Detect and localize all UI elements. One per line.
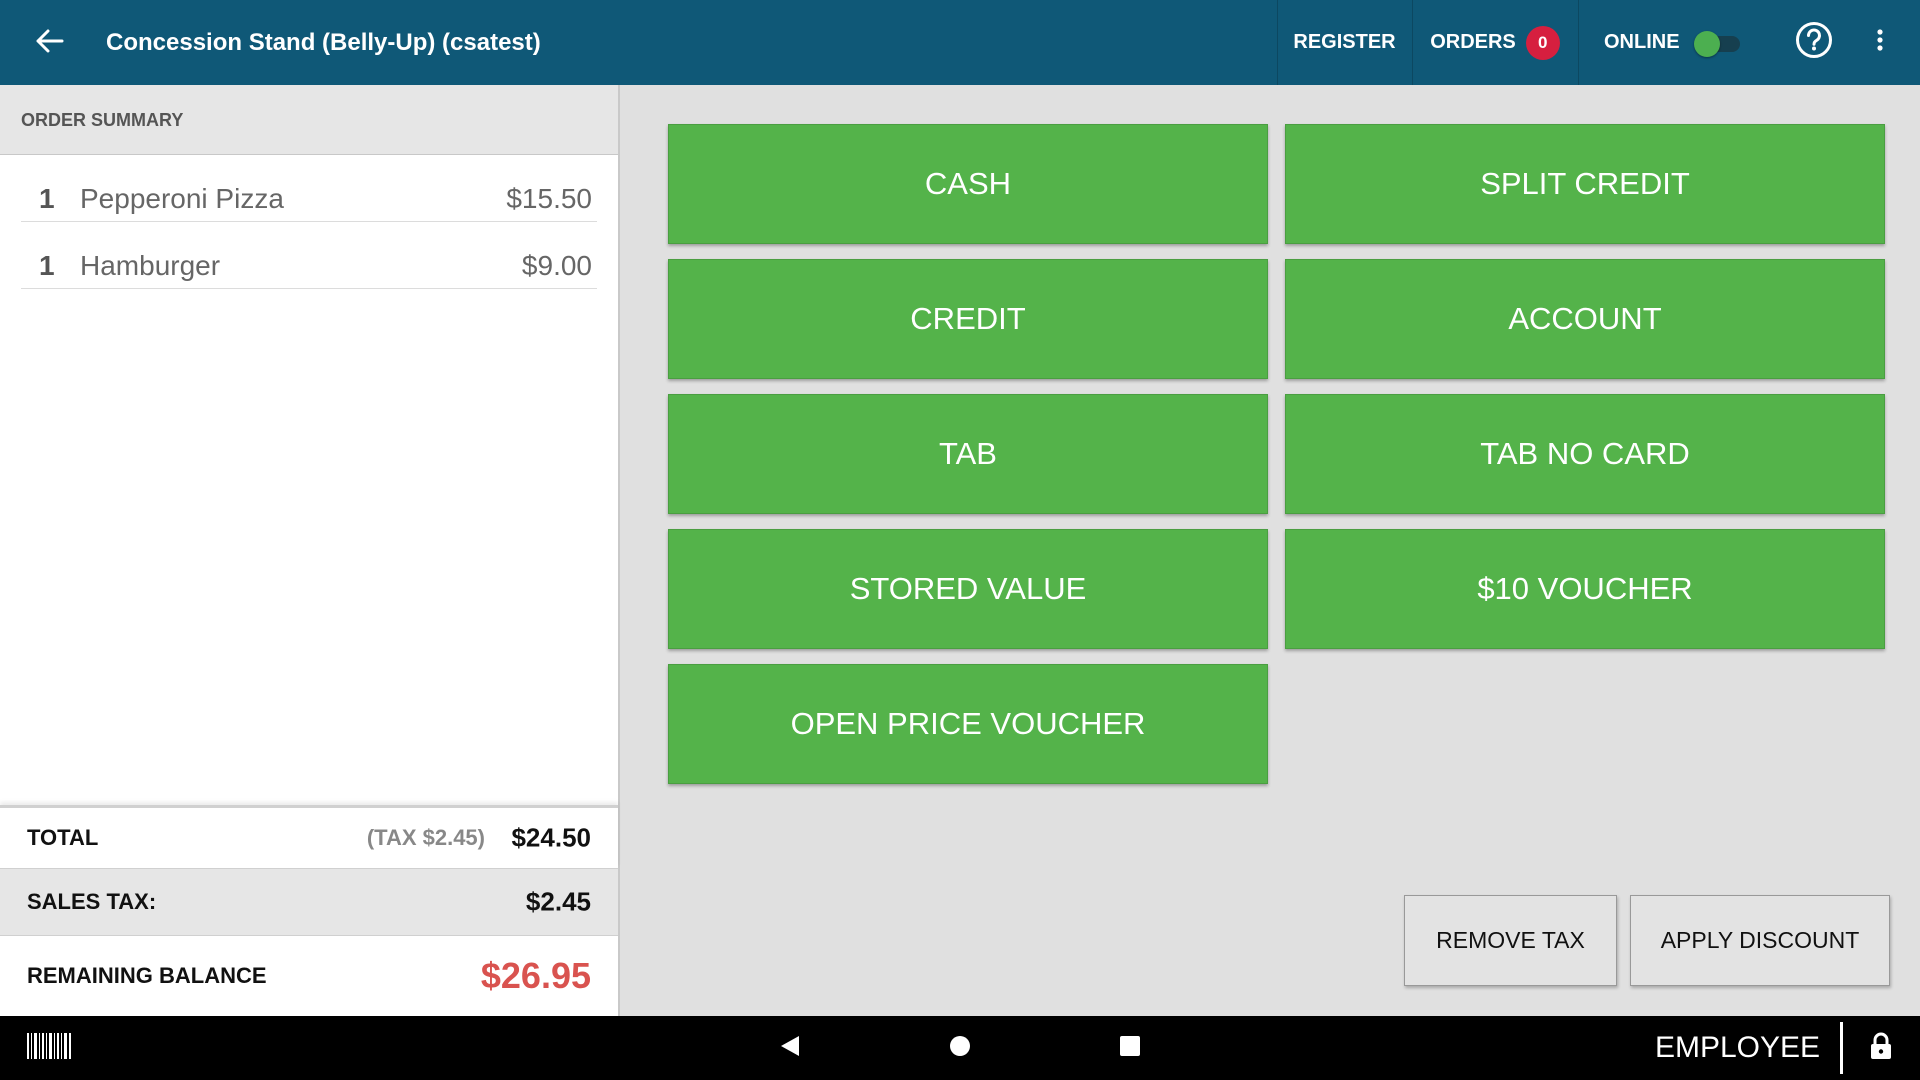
divider [1578, 0, 1579, 85]
sales-tax-label: SALES TAX: [27, 889, 157, 914]
back-button[interactable] [28, 22, 72, 64]
help-button[interactable] [1792, 0, 1836, 85]
nav-home-icon [949, 1035, 971, 1062]
barcode-icon [27, 1032, 71, 1064]
cash-button[interactable]: CASH [668, 124, 1268, 244]
lock-icon [1870, 1032, 1892, 1065]
order-summary-heading: ORDER SUMMARY [0, 85, 618, 155]
online-label: ONLINE [1604, 31, 1680, 53]
tab-button[interactable]: TAB [668, 394, 1268, 514]
item-qty: 1 [39, 250, 55, 281]
app-bar: Concession Stand (Belly-Up) (csatest) RE… [0, 0, 1920, 85]
nav-recents-icon [1120, 1035, 1140, 1061]
order-summary-panel: ORDER SUMMARY 1 Pepperoni Pizza $15.50 1… [0, 85, 620, 1016]
online-toggle[interactable] [1693, 30, 1742, 57]
sales-tax-row: SALES TAX: $2.45 [0, 868, 618, 935]
item-name: Pepperoni Pizza [80, 183, 284, 214]
orders-count-badge: 0 [1525, 25, 1560, 60]
orders-label: ORDERS [1430, 31, 1516, 53]
total-label: TOTAL [27, 825, 99, 850]
remove-tax-button[interactable]: REMOVE TAX [1404, 895, 1617, 986]
register-label: REGISTER [1293, 31, 1396, 53]
item-price: $9.00 [521, 250, 592, 281]
nav-home-button[interactable] [940, 1016, 980, 1080]
item-price: $15.50 [506, 183, 592, 214]
more-menu-button[interactable] [1866, 0, 1894, 85]
total-value: $24.50 [511, 822, 591, 853]
item-name: Hamburger [80, 250, 221, 281]
register-button[interactable]: REGISTER [1277, 0, 1412, 85]
ten-dollar-voucher-button[interactable]: $10 VOUCHER [1285, 529, 1885, 649]
remaining-balance-label: REMAINING BALANCE [27, 963, 267, 988]
sales-tax-value: $2.45 [525, 886, 591, 917]
nav-back-button[interactable] [770, 1016, 810, 1080]
order-list: 1 Pepperoni Pizza $15.50 1 Hamburger $9.… [0, 155, 618, 289]
divider [1840, 1022, 1843, 1074]
apply-discount-button[interactable]: APPLY DISCOUNT [1630, 895, 1890, 986]
nav-back-icon [780, 1035, 800, 1062]
nav-recents-button[interactable] [1110, 1016, 1150, 1080]
lock-button[interactable] [1866, 1016, 1896, 1080]
stored-value-button[interactable]: STORED VALUE [668, 529, 1268, 649]
barcode-scan-button[interactable] [26, 1016, 72, 1080]
list-item[interactable]: 1 Pepperoni Pizza $15.50 [21, 155, 597, 222]
online-status: ONLINE [1604, 0, 1742, 85]
total-tax-note: (TAX $2.45) [366, 825, 485, 850]
account-button[interactable]: ACCOUNT [1285, 259, 1885, 379]
help-icon [1795, 21, 1833, 64]
open-price-voucher-button[interactable]: OPEN PRICE VOUCHER [668, 664, 1268, 784]
more-vert-icon [1876, 28, 1884, 57]
total-row: TOTAL (TAX $2.45) $24.50 [0, 805, 618, 868]
split-credit-button[interactable]: SPLIT CREDIT [1285, 124, 1885, 244]
back-arrow-icon [36, 29, 64, 58]
orders-button[interactable]: ORDERS 0 [1412, 0, 1578, 85]
employee-button[interactable]: EMPLOYEE [1655, 1016, 1820, 1080]
item-qty: 1 [39, 183, 55, 214]
system-nav-bar: EMPLOYEE [0, 1016, 1920, 1080]
list-item[interactable]: 1 Hamburger $9.00 [21, 222, 597, 289]
credit-button[interactable]: CREDIT [668, 259, 1268, 379]
page-title: Concession Stand (Belly-Up) (csatest) [106, 29, 541, 56]
remaining-balance-row: REMAINING BALANCE $26.95 [0, 935, 618, 1016]
tab-no-card-button[interactable]: TAB NO CARD [1285, 394, 1885, 514]
remaining-balance-value: $26.95 [480, 955, 591, 996]
totals-section: TOTAL (TAX $2.45) $24.50 SALES TAX: $2.4… [0, 805, 618, 1016]
